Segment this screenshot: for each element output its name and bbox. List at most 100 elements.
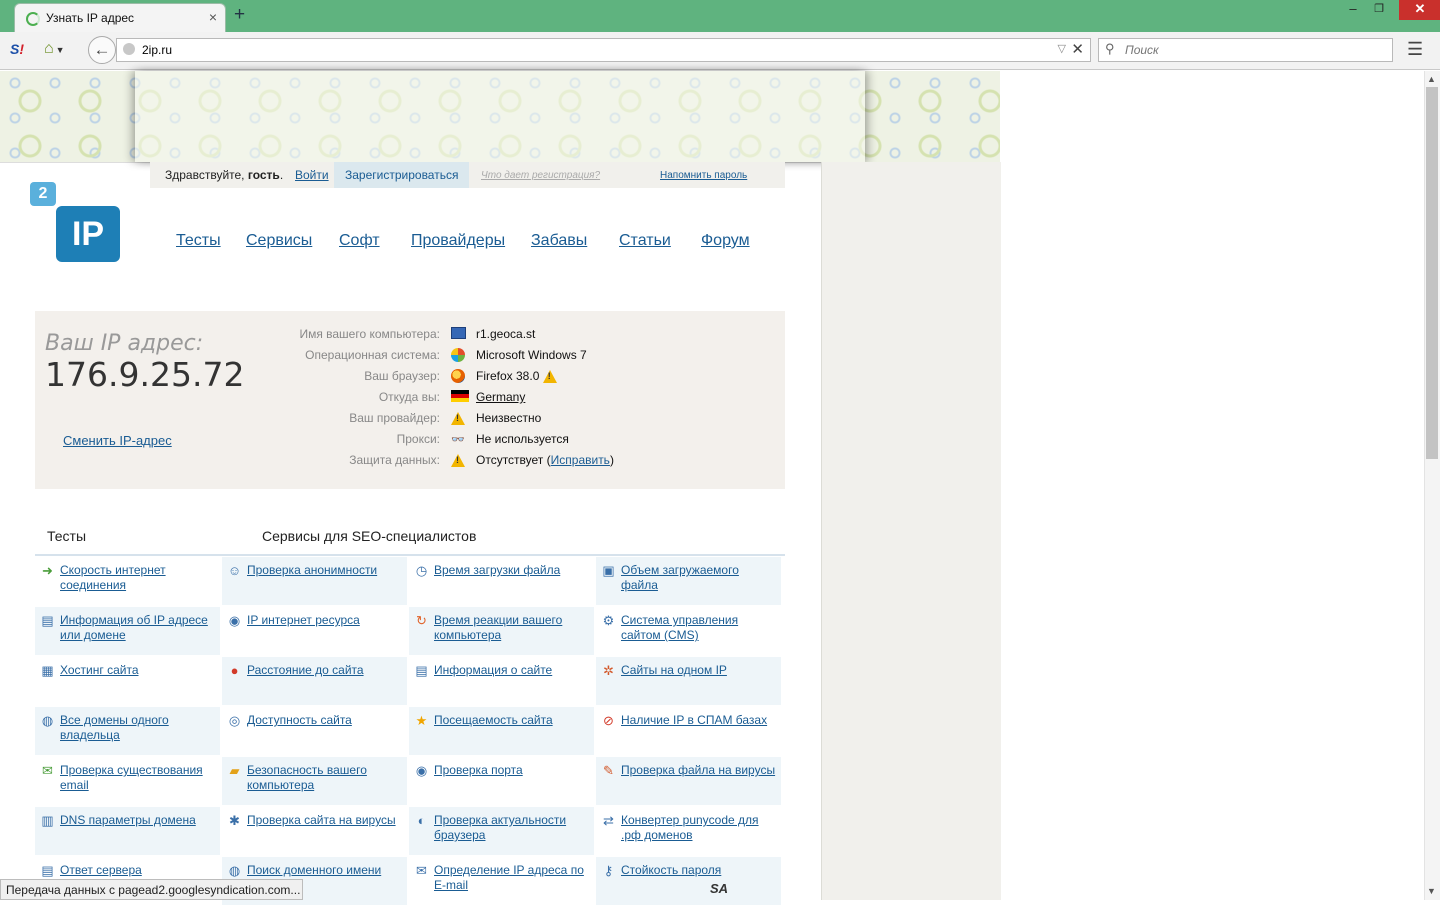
warning-icon [451,411,467,426]
history-dropdown-icon[interactable]: ▽ [1058,42,1066,55]
speed-arrow-icon: ➜ [42,563,53,578]
change-ip-link[interactable]: Сменить IP-адрес [63,433,172,448]
service-link[interactable]: Объем загружаемого файла [621,563,779,593]
service-link[interactable]: Ответ сервера [60,863,218,878]
service-link[interactable]: Система управления сайтом (CMS) [621,613,779,643]
service-link[interactable]: Время реакции вашего компьютера [434,613,592,643]
info-value: Firefox 38.0 [476,369,557,384]
globe-port-icon: ◉ [415,763,428,778]
ip-globe-icon: ◉ [228,613,241,628]
nav-forum[interactable]: Форум [701,232,750,250]
nav-providers[interactable]: Провайдеры [411,232,505,250]
service-link[interactable]: Наличие IP в СПАМ базах [621,713,779,728]
service-link[interactable]: Проверка актуальности браузера [434,813,592,843]
info-value: Неизвестно [476,411,542,425]
divider [35,554,785,556]
gear-icon: ⚙ [602,613,615,628]
section-tests-title: Тесты [47,528,87,544]
service-link[interactable]: Посещаемость сайта [434,713,592,728]
nav-services[interactable]: Сервисы [246,232,312,250]
service-link[interactable]: Проверка порта [434,763,592,778]
computer-icon [451,327,467,341]
service-link[interactable]: Все домены одного владельца [60,713,218,743]
virus-file-icon: ✎ [603,763,614,778]
nav-tests[interactable]: Тесты [176,232,221,250]
mail-icon: ✉ [42,763,53,778]
scroll-down-icon[interactable]: ▼ [1427,886,1436,896]
search-input[interactable] [1123,42,1387,58]
service-link[interactable]: Проверка существования email [60,763,218,793]
server-icon: ▦ [41,663,54,678]
section-seo-title: Сервисы для SEO-специалистов [262,528,477,544]
service-link[interactable]: Скорость интернет соединения [60,563,218,593]
navigation-toolbar: S! ⌂▼ ← 2ip.ru ▽ ✕ ⚲ ☰ [0,32,1440,70]
service-link[interactable]: Доступность сайта [247,713,405,728]
scroll-up-icon[interactable]: ▲ [1427,74,1436,84]
back-button[interactable]: ← [88,36,116,64]
firefox-icon [451,369,467,383]
sj-extension-icon[interactable]: S! [10,41,24,57]
login-link[interactable]: Войти [295,168,329,182]
new-tab-button[interactable]: + [234,4,245,26]
minimize-button[interactable]: – [1340,0,1366,20]
restore-button[interactable]: ❐ [1366,0,1392,20]
close-window-button[interactable]: ✕ [1399,0,1440,20]
service-link[interactable]: Стойкость пароля [621,863,779,878]
service-link[interactable]: IP интернет ресурса [247,613,405,628]
network-icon: ✲ [603,663,614,678]
scrollbar-thumb[interactable] [1426,87,1438,459]
warning-icon [451,453,467,468]
service-link[interactable]: Проверка файла на вирусы [621,763,779,778]
ad-banner[interactable] [135,71,865,162]
service-link[interactable]: Время загрузки файла [434,563,592,578]
nav-fun[interactable]: Забавы [531,232,587,250]
tab-title: Узнать IP адрес [46,11,135,25]
ip-address: 176.9.25.72 [45,355,245,394]
register-button[interactable]: Зарегистрироваться [334,162,470,188]
why-register-link[interactable]: Что дает регистрация? [481,170,600,181]
globe-user-icon: ◍ [41,713,54,728]
tab-close-icon[interactable]: × [209,9,217,25]
nav-soft[interactable]: Софт [339,232,380,250]
logo[interactable]: IP [56,206,120,262]
service-link[interactable]: Сайты на одном IP [621,663,779,678]
home-icon[interactable]: ⌂ ▼ [44,40,65,58]
info-row-provider: Ваш провайдер: Неизвестно [235,409,775,429]
url-text[interactable]: 2ip.ru [142,43,172,57]
service-link[interactable]: DNS параметры домена [60,813,218,828]
service-link[interactable]: Хостинг сайта [60,663,218,678]
fix-link[interactable]: Исправить [551,453,610,467]
ip-label: Ваш IP адрес: [45,331,204,356]
search-box[interactable]: ⚲ [1098,38,1393,62]
service-link[interactable]: Поиск доменного имени [247,863,405,878]
service-link[interactable]: Информация об IP адресе или домене [60,613,218,643]
browser-icon: ◐ [417,813,426,828]
service-link[interactable]: Безопасность вашего компьютера [247,763,405,793]
nav-articles[interactable]: Статьи [619,232,671,250]
service-link[interactable]: Проверка сайта на вирусы [247,813,405,828]
footer-mark: SA [710,881,729,896]
service-item: ▣ Объем загружаемого файла [596,557,781,605]
address-bar[interactable]: 2ip.ru ▽ ✕ [116,38,1091,62]
service-link[interactable]: Проверка анонимности [247,563,405,578]
service-item: ▰ Безопасность вашего компьютера [222,757,407,805]
map-pin-icon: ● [230,663,239,678]
stop-icon[interactable]: ✕ [1071,40,1084,58]
menu-icon[interactable]: ☰ [1407,39,1423,60]
service-item: ◐ Проверка актуальности браузера [409,807,594,855]
tab-active[interactable]: Узнать IP адрес × [14,3,226,32]
country-link[interactable]: Germany [476,390,525,404]
info-value: Не используется [476,432,569,446]
logo-number[interactable]: 2 [30,182,56,206]
service-link[interactable]: Информация о сайте [434,663,592,678]
service-item: ▤ Информация об IP адресе или домене [35,607,220,655]
bug-icon: ✱ [229,813,240,828]
windows-icon [451,348,467,362]
info-key: Защита данных: [349,453,440,467]
service-link[interactable]: Расстояние до сайта [247,663,405,678]
remind-password-link[interactable]: Напомнить пароль [660,170,747,181]
warning-icon[interactable] [542,370,557,384]
site-identity-icon[interactable] [123,43,135,55]
service-link[interactable]: Определение IP адреса по E-mail [434,863,592,893]
service-link[interactable]: Конвертер punycode для .рф доменов [621,813,779,843]
